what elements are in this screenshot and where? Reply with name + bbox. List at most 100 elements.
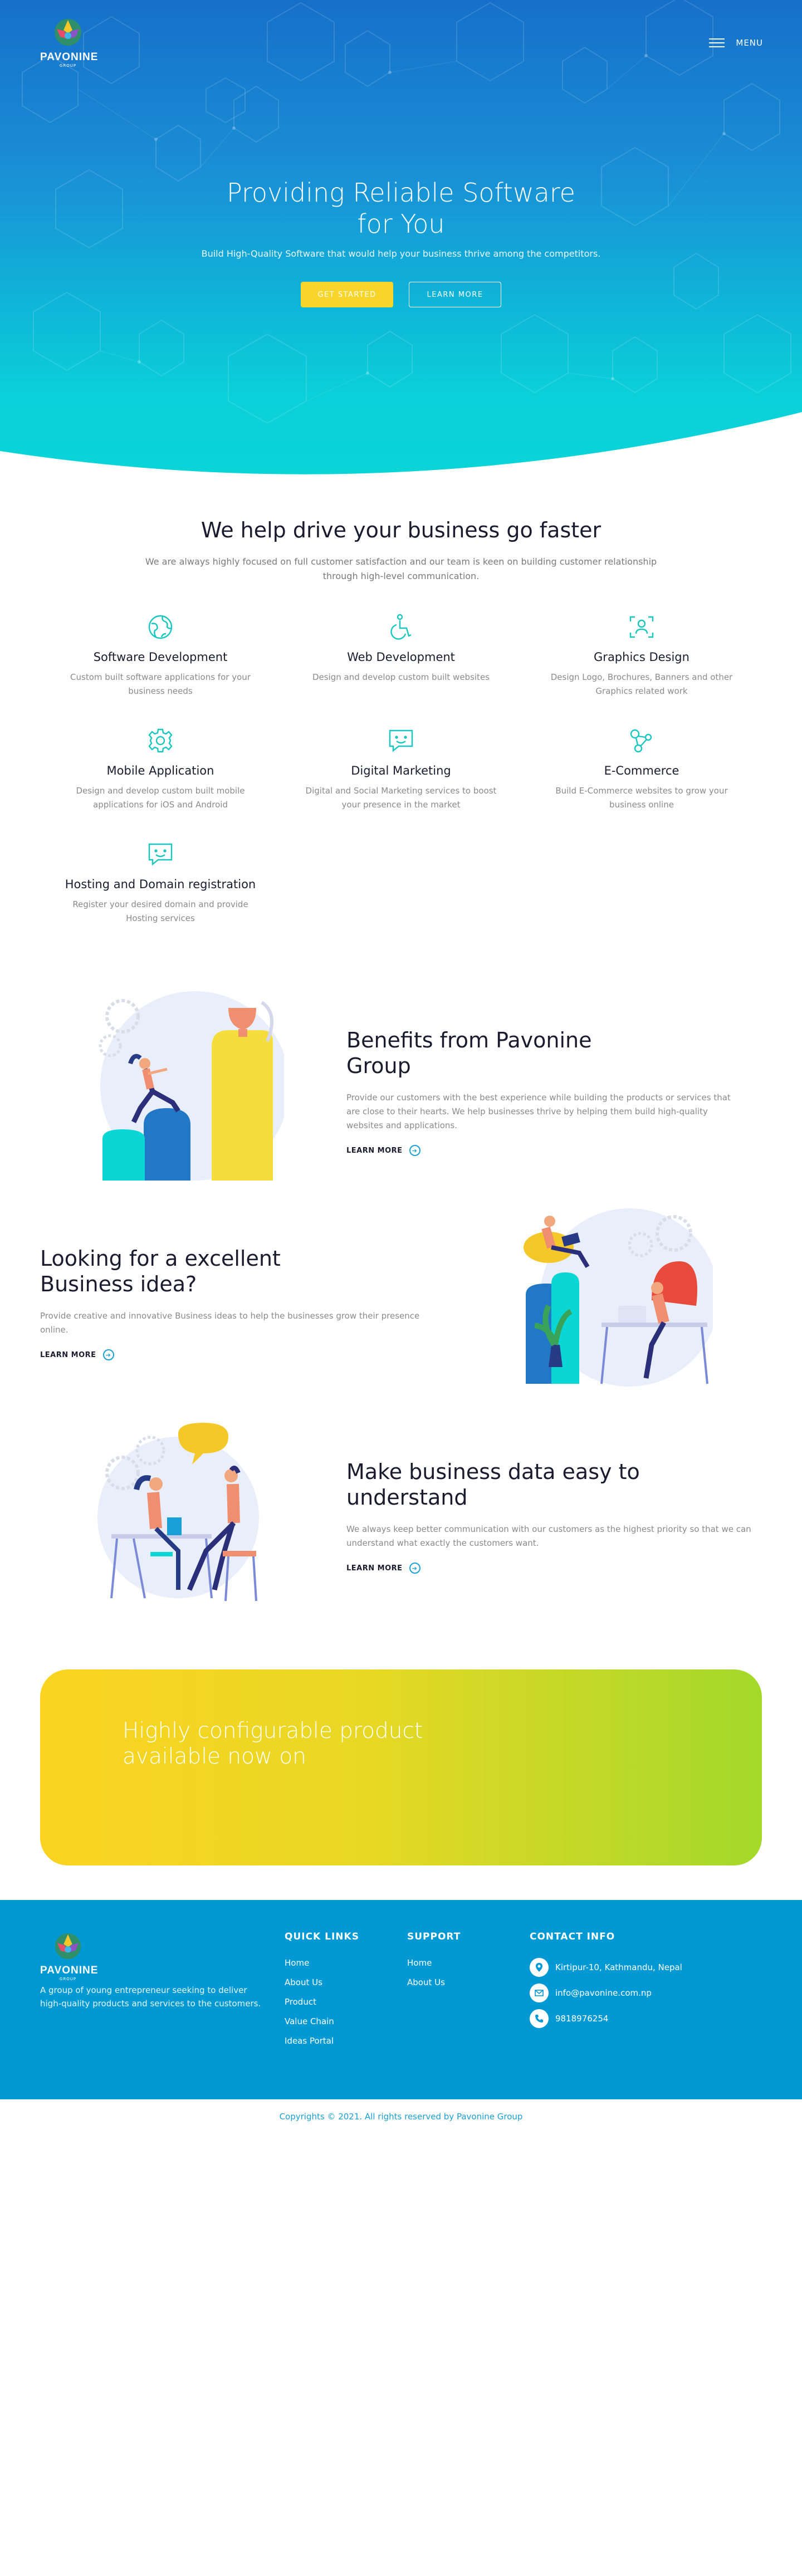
smiley-chat-icon — [148, 843, 173, 866]
cta-title-line1: Highly configurable product — [123, 1718, 423, 1744]
contact-address: Kirtipur-10, Kathmandu, Nepal — [530, 1958, 682, 1977]
contact-phone-text: 9818976254 — [555, 2014, 609, 2024]
contact-column: CONTACT INFO Kirtipur-10, Kathmandu, Nep… — [530, 1931, 682, 2035]
hero-section: PAVONINE GROUP MENU Providing Reliable S… — [0, 0, 802, 490]
footer-logo-name: PAVONINE — [40, 1965, 99, 1976]
mail-icon — [530, 1984, 549, 2002]
peacock-logo-icon — [55, 19, 81, 46]
services-section: We help drive your business go faster We… — [0, 490, 802, 925]
footer-about-text: A group of young entrepreneur seeking to… — [40, 1985, 261, 2009]
support-link-about[interactable]: About Us — [407, 1977, 461, 1987]
service-description: Build E-Commerce websites to grow your b… — [555, 786, 728, 810]
business-idea-illustration — [524, 1208, 713, 1387]
footer-link-product[interactable]: Product — [285, 1997, 359, 2007]
quick-links-title: QUICK LINKS — [285, 1931, 359, 1942]
service-title: Hosting and Domain registration — [65, 878, 256, 891]
menu-label: MENU — [736, 38, 763, 48]
feature-text: Looking for a excellent Business idea? P… — [40, 1246, 441, 1360]
service-card-graphics[interactable]: Graphics Design Design Logo, Brochures, … — [521, 613, 762, 698]
benefits-illustration — [99, 991, 284, 1181]
learn-more-label: LEARN MORE — [40, 1350, 96, 1359]
hero-title: Providing Reliable Software for You — [0, 177, 802, 239]
hero-learn-more-button[interactable]: LEARN MORE — [409, 282, 501, 307]
hero-buttons: GET STARTED LEARN MORE — [0, 282, 802, 307]
feature-title: Make business data easy to understand — [346, 1460, 640, 1510]
footer-link-home[interactable]: Home — [285, 1958, 359, 1968]
learn-more-link[interactable]: LEARN MORE ➔ — [40, 1349, 441, 1360]
brand-logo[interactable]: PAVONINE GROUP — [40, 17, 99, 68]
feature-title: Looking for a excellent Business idea? — [40, 1246, 281, 1296]
hamburger-icon — [709, 36, 725, 50]
copyright-text: Copyrights © 2021. All rights reserved b… — [0, 2099, 802, 2141]
services-grid: Software Development Custom built softwa… — [40, 613, 762, 925]
service-description: Design and develop custom built mobile a… — [76, 786, 245, 810]
feature-business-idea: Looking for a excellent Business idea? P… — [0, 1200, 802, 1423]
arrow-right-icon: ➔ — [409, 1563, 420, 1574]
get-started-button[interactable]: GET STARTED — [301, 282, 393, 307]
support-link-home[interactable]: Home — [407, 1958, 461, 1968]
service-card-mobile[interactable]: Mobile Application Design and develop cu… — [40, 726, 281, 812]
gear-icon — [148, 728, 173, 753]
arrow-right-icon: ➔ — [102, 1349, 114, 1360]
globe-icon — [148, 615, 173, 639]
footer-link-ideas-portal[interactable]: Ideas Portal — [285, 2036, 359, 2046]
service-description: Design Logo, Brochures, Banners and othe… — [550, 672, 733, 696]
site-footer: PAVONINE GROUP A group of young entrepre… — [0, 1900, 802, 2141]
service-description: Digital and Social Marketing services to… — [305, 786, 497, 810]
footer-link-about[interactable]: About Us — [285, 1977, 359, 1987]
menu-button[interactable]: MENU — [709, 36, 763, 50]
service-description: Design and develop custom built websites — [312, 672, 490, 682]
contact-phone[interactable]: 9818976254 — [530, 2009, 682, 2028]
footer-logo[interactable]: PAVONINE GROUP — [40, 1931, 99, 1981]
support-column: SUPPORT Home About Us — [407, 1931, 461, 1997]
service-title: E-Commerce — [604, 764, 679, 777]
cta-title: Highly configurable product available no… — [123, 1718, 423, 1770]
location-pin-icon — [530, 1958, 549, 1977]
service-card-web[interactable]: Web Development Design and develop custo… — [281, 613, 521, 698]
footer-logo-subtitle: GROUP — [59, 1977, 77, 1981]
feature-business-data: Make business data easy to understand We… — [0, 1417, 802, 1629]
contact-address-text: Kirtipur-10, Kathmandu, Nepal — [555, 1962, 682, 1972]
services-title: We help drive your business go faster — [200, 518, 602, 542]
contact-title: CONTACT INFO — [530, 1931, 615, 1942]
logo-name: PAVONINE — [40, 51, 99, 63]
learn-more-link[interactable]: LEARN MORE ➔ — [346, 1145, 736, 1156]
contact-email[interactable]: info@pavonine.com.np — [530, 1984, 682, 2002]
footer-link-value-chain[interactable]: Value Chain — [285, 2016, 359, 2026]
service-card-marketing[interactable]: Digital Marketing Digital and Social Mar… — [281, 726, 521, 812]
hero-subtitle: Build High-Quality Software that would h… — [201, 248, 601, 259]
hero-title-line1: Providing Reliable Software — [227, 178, 575, 208]
service-description: Register your desired domain and provide… — [72, 899, 248, 923]
service-title: Web Development — [347, 650, 455, 664]
quick-links-column: QUICK LINKS Home About Us Product Value … — [285, 1931, 359, 2055]
service-title: Digital Marketing — [351, 764, 451, 777]
user-scan-icon — [629, 616, 654, 638]
feature-description: Provide our customers with the best expe… — [346, 1093, 731, 1130]
feature-text: Make business data easy to understand We… — [346, 1459, 762, 1574]
service-description: Custom built software applications for y… — [70, 672, 251, 696]
service-title: Graphics Design — [594, 650, 689, 664]
business-data-illustration — [97, 1423, 259, 1602]
logo-subtitle: GROUP — [59, 63, 77, 68]
smiley-chat-icon — [389, 729, 413, 752]
feature-description: Provide creative and innovative Business… — [40, 1311, 420, 1335]
feature-title: Benefits from Pavonine Group — [346, 1028, 592, 1078]
feature-text: Benefits from Pavonine Group Provide our… — [346, 1027, 736, 1156]
arrow-right-icon: ➔ — [409, 1145, 420, 1156]
hero-title-line2: for You — [357, 209, 445, 239]
service-card-software[interactable]: Software Development Custom built softwa… — [40, 613, 281, 698]
contact-email-text: info@pavonine.com.np — [555, 1988, 652, 1998]
share-nodes-icon — [630, 729, 652, 753]
hero-wave-divider — [0, 412, 802, 490]
peacock-logo-icon — [55, 1933, 81, 1960]
service-card-hosting[interactable]: Hosting and Domain registration Register… — [40, 840, 281, 925]
cta-title-line2: available now on — [123, 1744, 306, 1769]
feature-benefits: Benefits from Pavonine Group Provide our… — [0, 977, 802, 1200]
services-description: We are always highly focused on full cus… — [145, 556, 657, 581]
phone-icon — [530, 2009, 549, 2028]
learn-more-link[interactable]: LEARN MORE ➔ — [346, 1563, 762, 1574]
feature-description: We always keep better communication with… — [346, 1524, 751, 1548]
service-card-ecommerce[interactable]: E-Commerce Build E-Commerce websites to … — [521, 726, 762, 812]
support-title: SUPPORT — [407, 1931, 461, 1942]
service-title: Mobile Application — [106, 764, 214, 777]
